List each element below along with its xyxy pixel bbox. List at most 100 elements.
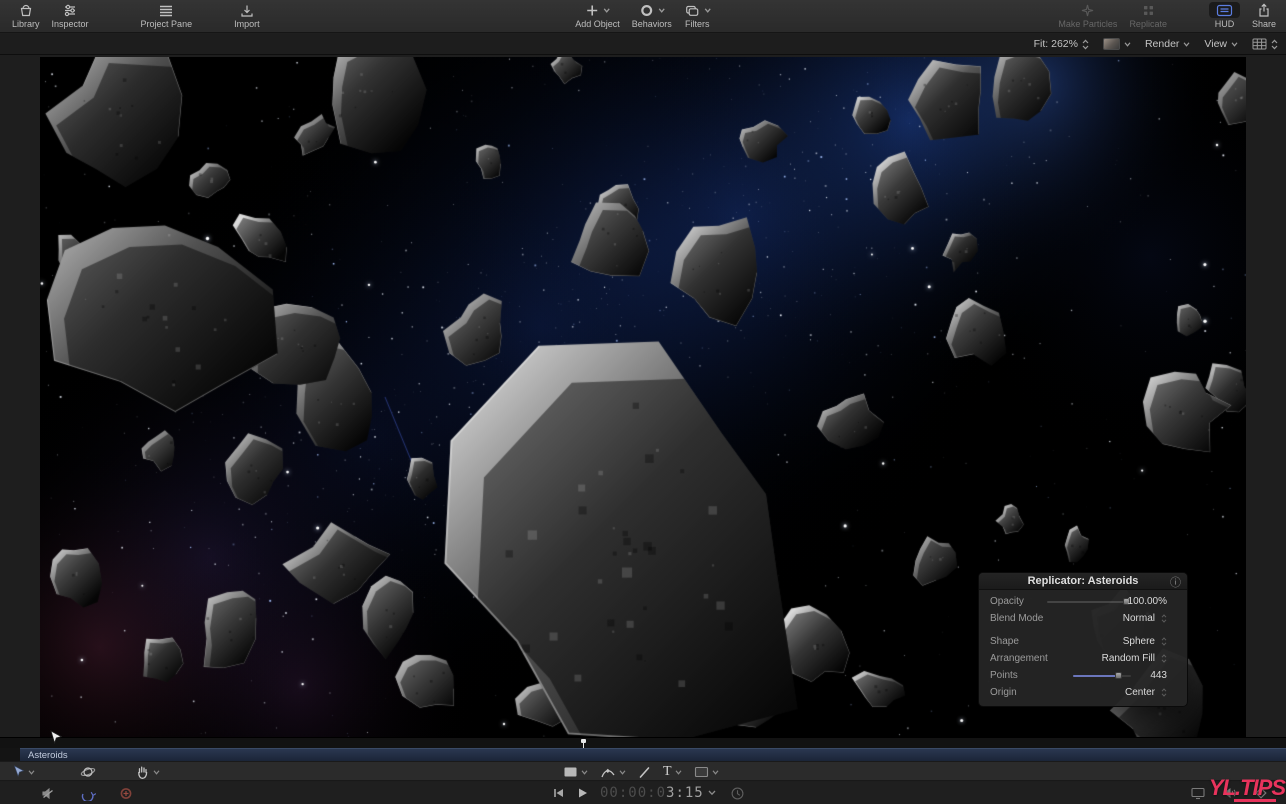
paint-stroke-icon xyxy=(638,766,651,779)
transport-bar: 00:00:03:15 xyxy=(0,782,1286,804)
chevron-down-icon[interactable] xyxy=(153,770,160,775)
popup-arrows-icon[interactable] xyxy=(1161,654,1167,663)
replicate-icon xyxy=(1141,2,1156,18)
points-label: Points xyxy=(990,670,1018,681)
text-tool[interactable]: T xyxy=(663,764,682,780)
project-pane-button[interactable]: Project Pane xyxy=(135,0,199,29)
zoom-fit-control[interactable]: Fit: 262% xyxy=(1034,38,1089,50)
arrangement-value[interactable]: Random Fill xyxy=(1102,653,1155,664)
opacity-slider[interactable] xyxy=(1047,601,1127,603)
rectangle-icon xyxy=(563,766,578,778)
info-icon[interactable]: ⓘ xyxy=(1170,574,1181,590)
origin-label: Origin xyxy=(990,687,1017,698)
chevron-down-icon[interactable] xyxy=(581,770,588,775)
timeline-layer-bar[interactable]: Asteroids xyxy=(20,748,1286,761)
record-button[interactable] xyxy=(118,782,134,804)
watermark-underline xyxy=(1234,799,1276,802)
library-label: Library xyxy=(12,19,40,29)
go-to-start-button[interactable] xyxy=(551,782,566,804)
project-pane-label: Project Pane xyxy=(141,19,193,29)
opacity-value[interactable]: 100.00% xyxy=(1128,596,1167,607)
shape-label: Shape xyxy=(990,636,1019,647)
timecode-menu[interactable] xyxy=(708,782,716,804)
pan-tool[interactable] xyxy=(135,762,160,782)
playhead-marker[interactable] xyxy=(583,739,584,748)
inspector-icon xyxy=(62,2,78,18)
transform-3d-tool[interactable] xyxy=(80,762,96,782)
mouse-cursor xyxy=(50,730,62,747)
mute-audio-button[interactable] xyxy=(40,782,57,804)
monitor-icon xyxy=(1190,786,1206,800)
mask-tool[interactable] xyxy=(694,766,719,778)
chevron-down-icon[interactable] xyxy=(28,770,35,775)
hud-rows: Opacity 100.00% Blend Mode Normal Shape … xyxy=(979,590,1187,701)
hud-button[interactable]: HUD xyxy=(1203,0,1246,29)
hud-row-blend-mode: Blend Mode Normal xyxy=(979,610,1187,627)
view-menu[interactable]: View xyxy=(1204,38,1238,50)
channel-swatch-control[interactable] xyxy=(1103,38,1131,50)
zoom-fit-label: Fit: 262% xyxy=(1034,38,1078,50)
bezier-tool[interactable] xyxy=(600,766,626,779)
library-button[interactable]: Library xyxy=(6,0,46,29)
shape-value[interactable]: Sphere xyxy=(1123,636,1155,647)
import-icon xyxy=(239,2,255,18)
paint-stroke-tool[interactable] xyxy=(638,766,651,779)
toolbar-center-group: Add Object Behaviors Filters xyxy=(569,0,717,33)
points-slider[interactable] xyxy=(1073,675,1131,677)
skip-back-icon xyxy=(551,786,566,800)
points-slider-thumb[interactable] xyxy=(1115,672,1122,679)
hud-row-opacity: Opacity 100.00% xyxy=(979,593,1187,610)
orbit-icon xyxy=(80,764,96,780)
layout-grid-control[interactable] xyxy=(1252,38,1278,50)
hud-row-arrangement: Arrangement Random Fill xyxy=(979,650,1187,667)
popup-arrows-icon[interactable] xyxy=(1161,688,1167,697)
make-particles-icon xyxy=(1080,2,1095,18)
duration-toggle[interactable] xyxy=(730,782,745,804)
show-output-button[interactable] xyxy=(1190,782,1206,804)
hud-panel[interactable]: Replicator: Asteroids ⓘ Opacity 100.00% … xyxy=(978,572,1188,707)
behaviors-button[interactable]: Behaviors xyxy=(626,0,678,29)
inspector-button[interactable]: Inspector xyxy=(46,0,95,29)
library-icon xyxy=(18,2,34,18)
origin-value[interactable]: Center xyxy=(1125,687,1155,698)
chevron-down-icon xyxy=(1183,42,1190,47)
render-menu[interactable]: Render xyxy=(1145,38,1190,50)
behaviors-icon xyxy=(639,2,665,18)
popup-arrows-icon[interactable] xyxy=(1161,614,1167,623)
loop-playback-button[interactable] xyxy=(80,782,96,804)
timecode-display[interactable]: 00:00:03:15 xyxy=(600,782,704,804)
make-particles-button: Make Particles xyxy=(1052,0,1123,29)
opacity-slider-fill xyxy=(1047,601,1127,603)
chevron-down-icon xyxy=(658,8,665,13)
mask-rect-icon xyxy=(694,766,709,778)
blend-mode-label: Blend Mode xyxy=(990,613,1043,624)
play-button[interactable] xyxy=(575,782,589,804)
share-button[interactable]: Share xyxy=(1246,0,1282,29)
chevron-down-icon[interactable] xyxy=(675,770,682,775)
make-particles-label: Make Particles xyxy=(1058,19,1117,29)
import-label: Import xyxy=(234,19,260,29)
add-object-label: Add Object xyxy=(575,19,620,29)
popup-arrows-icon[interactable] xyxy=(1161,637,1167,646)
select-arrow-icon xyxy=(12,765,25,780)
canvas-viewport: Replicator: Asteroids ⓘ Opacity 100.00% … xyxy=(0,55,1286,737)
bezier-icon xyxy=(600,766,616,779)
rectangle-tool[interactable] xyxy=(563,766,588,778)
add-object-button[interactable]: Add Object xyxy=(569,0,626,29)
blend-mode-value[interactable]: Normal xyxy=(1123,613,1155,624)
grid-icon xyxy=(1252,38,1267,50)
render-label: Render xyxy=(1145,38,1179,50)
chevron-down-icon[interactable] xyxy=(619,770,626,775)
import-button[interactable]: Import xyxy=(228,0,266,29)
select-tool[interactable] xyxy=(12,762,35,782)
record-icon xyxy=(118,786,134,801)
filters-button[interactable]: Filters xyxy=(678,0,717,29)
hud-title-bar[interactable]: Replicator: Asteroids ⓘ xyxy=(979,573,1187,590)
watermark-logo: YL.TIPS xyxy=(1209,777,1285,799)
points-value[interactable]: 443 xyxy=(1150,670,1167,681)
layer-name: Asteroids xyxy=(28,750,68,761)
mini-timeline[interactable] xyxy=(0,737,1286,748)
chevron-down-icon[interactable] xyxy=(712,770,719,775)
filters-label: Filters xyxy=(685,19,710,29)
top-toolbar: Library Inspector Project Pane Im xyxy=(0,0,1286,33)
